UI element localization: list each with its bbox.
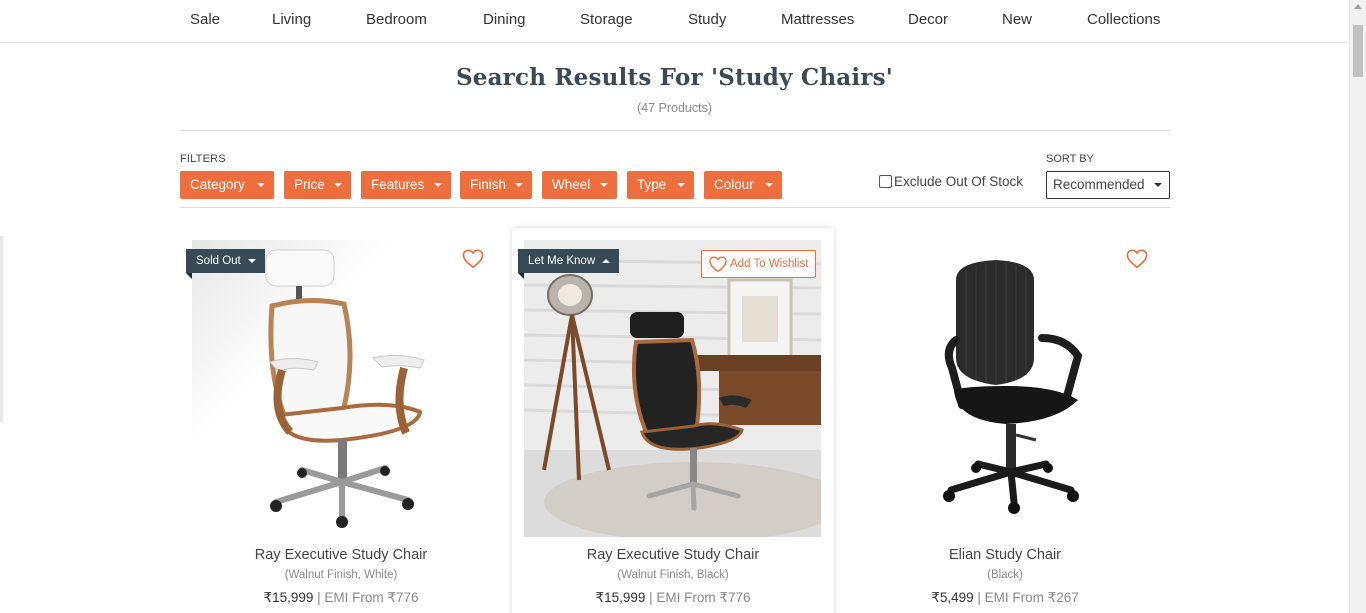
sort-select[interactable]: Recommended (1046, 171, 1170, 199)
scroll-up-arrow-icon[interactable] (1354, 4, 1362, 9)
emi-text: | EMI From ₹776 (649, 590, 751, 605)
filter-finish-button[interactable]: Finish (460, 171, 532, 199)
side-panel-edge (0, 236, 3, 422)
sold-out-badge[interactable]: Sold Out (186, 249, 265, 279)
filter-colour-button[interactable]: Colour (704, 171, 782, 199)
chevron-down-icon (677, 183, 685, 187)
price-row: ₹15,999 | EMI From ₹776 (180, 590, 502, 606)
emi-text: | EMI From ₹267 (977, 590, 1079, 605)
nav-item-collections[interactable]: Collections (1087, 11, 1160, 28)
chevron-down-icon (334, 183, 342, 187)
filter-label: Price (294, 177, 325, 192)
product-price: ₹15,999 (263, 590, 314, 605)
nav-item-sale[interactable]: Sale (190, 11, 220, 28)
filter-price-button[interactable]: Price (284, 171, 351, 199)
filter-label: Wheel (552, 177, 591, 192)
filter-wheel-button[interactable]: Wheel (542, 171, 617, 199)
product-price: ₹15,999 (595, 590, 646, 605)
nav-item-dining[interactable]: Dining (483, 11, 526, 28)
product-variant: (Black) (987, 569, 1023, 581)
chevron-down-icon (515, 183, 523, 187)
price-row: ₹15,999 | EMI From ₹776 (512, 590, 834, 606)
chevron-down-icon (257, 183, 265, 187)
scrollbar-thumb[interactable] (1353, 25, 1363, 77)
let-me-know-badge[interactable]: Let Me Know (518, 249, 620, 279)
nav-item-storage[interactable]: Storage (580, 11, 633, 28)
wishlist-label: Add To Wishlist (730, 258, 809, 270)
nav-item-decor[interactable]: Decor (908, 11, 948, 28)
page-title: Search Results For 'Study Chairs' (455, 64, 894, 91)
divider (180, 130, 1170, 131)
exclude-out-of-stock-label: Exclude Out Of Stock (894, 174, 1024, 189)
chevron-down-icon (247, 259, 256, 263)
product-price: ₹5,499 (931, 590, 974, 605)
exclude-out-of-stock[interactable]: Exclude Out Of Stock (879, 174, 1023, 189)
filter-type-button[interactable]: Type (627, 171, 694, 199)
product-image[interactable] (192, 240, 489, 537)
product-image[interactable] (856, 240, 1153, 537)
product-variant: (Walnut Finish, Black) (617, 569, 729, 581)
nav-item-living[interactable]: Living (272, 11, 311, 28)
product-card[interactable]: Sold Out Ray Executive Study Chair (Waln… (180, 228, 502, 613)
sort-label: SORT BY (1046, 153, 1094, 165)
page-scrollbar[interactable] (1349, 0, 1366, 613)
product-name[interactable]: Elian Study Chair (844, 547, 1166, 563)
emi-text: | EMI From ₹776 (317, 590, 419, 605)
filter-label: Colour (714, 177, 754, 192)
filter-label: Features (371, 177, 425, 192)
exclude-out-of-stock-checkbox[interactable] (879, 175, 892, 188)
product-variant: (Walnut Finish, White) (284, 569, 398, 581)
product-card[interactable]: Let Me Know Add To Wishlist Ray Executiv… (512, 228, 834, 613)
product-count: (47 Products) (636, 101, 713, 115)
chevron-down-icon (600, 183, 608, 187)
add-to-wishlist-button[interactable]: Add To Wishlist (701, 250, 816, 278)
filter-label: Category (190, 177, 245, 192)
product-name[interactable]: Ray Executive Study Chair (512, 547, 834, 563)
product-name[interactable]: Ray Executive Study Chair (180, 547, 502, 563)
filters-label: FILTERS (180, 153, 226, 165)
nav-item-mattresses[interactable]: Mattresses (781, 11, 854, 28)
badge-label: Let Me Know (528, 255, 596, 267)
filter-category-button[interactable]: Category (180, 171, 274, 199)
badge-label: Sold Out (196, 255, 241, 267)
nav-item-study[interactable]: Study (688, 11, 726, 28)
filter-features-button[interactable]: Features (361, 171, 451, 199)
filter-label: Finish (470, 177, 507, 192)
nav-item-new[interactable]: New (1002, 11, 1032, 28)
sort-value: Recommended (1053, 177, 1145, 192)
top-navigation: Sale Living Bedroom Dining Storage Study… (0, 0, 1349, 43)
heart-icon[interactable] (1126, 249, 1148, 269)
divider (180, 207, 1170, 208)
heart-icon[interactable] (462, 249, 484, 269)
product-card[interactable]: Elian Study Chair (Black) ₹5,499 | EMI F… (844, 228, 1166, 613)
price-row: ₹5,499 | EMI From ₹267 (844, 590, 1166, 606)
filter-label: Type (637, 177, 667, 192)
chevron-down-icon (765, 183, 773, 187)
chevron-down-icon (1154, 183, 1162, 187)
heart-icon (709, 256, 727, 273)
product-image[interactable] (524, 240, 821, 537)
nav-item-bedroom[interactable]: Bedroom (366, 11, 427, 28)
chevron-up-icon (602, 259, 611, 263)
chevron-down-icon (434, 183, 442, 187)
